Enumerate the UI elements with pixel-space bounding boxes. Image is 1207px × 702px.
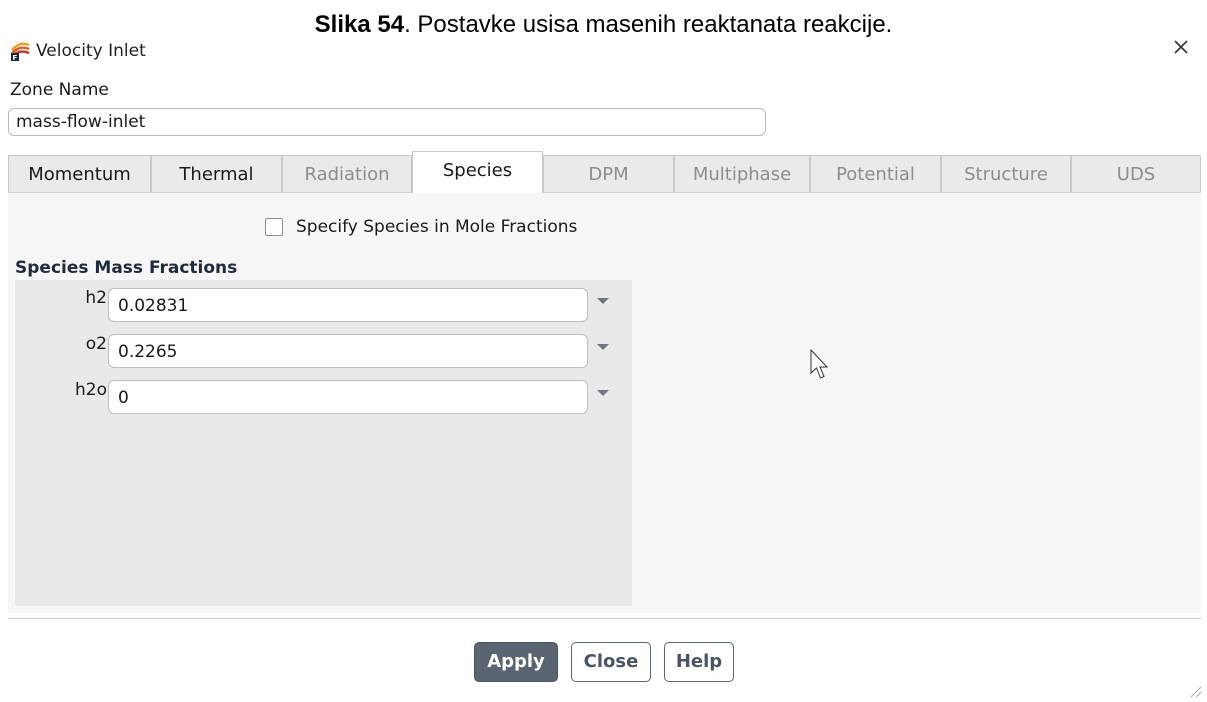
- species-list: h2 0.02831 o2 0.2265 h2o 0: [15, 280, 632, 606]
- window-title: Velocity Inlet: [36, 41, 146, 61]
- apply-button[interactable]: Apply: [474, 642, 558, 682]
- species-value-input[interactable]: 0.2265: [108, 334, 588, 368]
- species-value-input[interactable]: 0.02831: [108, 288, 588, 322]
- zone-name-label: Zone Name: [10, 80, 109, 100]
- figure-caption: Slika 54. Postavke usisa masenih reaktan…: [0, 10, 1207, 40]
- tab-radiation: Radiation: [282, 155, 412, 192]
- species-row-h2o: h2o 0: [15, 374, 632, 414]
- chevron-down-icon[interactable]: [597, 344, 609, 350]
- zone-name-input[interactable]: mass-flow-inlet: [8, 108, 766, 136]
- close-button[interactable]: Close: [571, 642, 651, 682]
- tab-structure: Structure: [941, 155, 1071, 192]
- species-name: h2o: [75, 380, 107, 400]
- tab-bar: Momentum Thermal Radiation Species DPM M…: [8, 151, 1201, 193]
- species-row-o2: o2 0.2265: [15, 328, 632, 368]
- fluent-icon: F: [10, 41, 30, 61]
- tab-uds: UDS: [1071, 155, 1201, 192]
- svg-text:F: F: [13, 54, 18, 61]
- species-row-h2: h2 0.02831: [15, 282, 632, 322]
- species-section-title: Species Mass Fractions: [15, 258, 238, 278]
- tab-momentum[interactable]: Momentum: [8, 155, 151, 192]
- mole-fractions-option[interactable]: Specify Species in Mole Fractions: [265, 217, 577, 237]
- tab-potential: Potential: [810, 155, 941, 192]
- species-value-input[interactable]: 0: [108, 380, 588, 414]
- title-bar: F Velocity Inlet: [10, 38, 146, 64]
- tab-species[interactable]: Species: [412, 151, 543, 193]
- caption-text: . Postavke usisa masenih reaktanata reak…: [404, 11, 893, 38]
- species-name: o2: [85, 334, 107, 354]
- tab-dpm: DPM: [543, 155, 674, 192]
- tab-thermal[interactable]: Thermal: [151, 155, 282, 192]
- tab-multiphase: Multiphase: [674, 155, 810, 192]
- caption-label: Slika 54: [314, 11, 405, 38]
- chevron-down-icon[interactable]: [597, 390, 609, 396]
- mole-fractions-checkbox[interactable]: [265, 218, 283, 236]
- help-button[interactable]: Help: [664, 642, 734, 682]
- mole-fractions-label: Specify Species in Mole Fractions: [296, 217, 578, 237]
- close-icon[interactable]: [1170, 36, 1192, 58]
- footer-divider: [8, 618, 1201, 619]
- mouse-pointer-icon: [810, 349, 829, 379]
- species-name: h2: [85, 288, 107, 308]
- chevron-down-icon[interactable]: [597, 298, 609, 304]
- resize-grip-icon[interactable]: [1188, 684, 1202, 698]
